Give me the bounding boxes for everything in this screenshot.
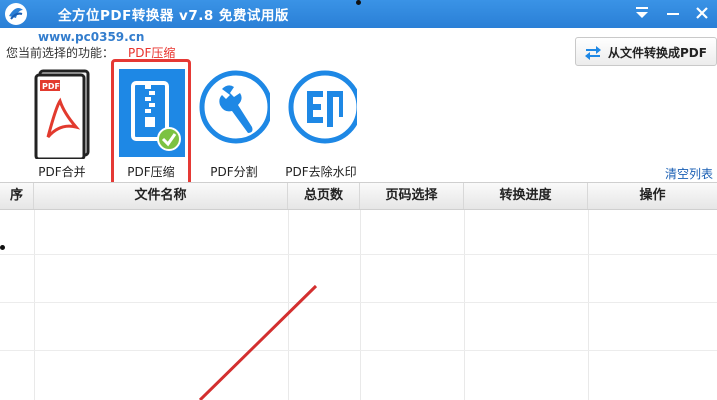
tool-pdf-merge[interactable]: PDF PDF合并 (22, 67, 102, 179)
convert-to-pdf-button[interactable]: 从文件转换成PDF (575, 37, 717, 66)
tool-pdf-remove-watermark[interactable]: PDF去除水印 (281, 67, 361, 179)
wrench-icon (199, 70, 270, 144)
grid-line (464, 210, 465, 400)
clear-list-link[interactable]: 清空列表 (665, 165, 713, 182)
swap-arrows-icon (585, 46, 601, 60)
grid-line (0, 302, 717, 303)
svg-text:PDF: PDF (42, 82, 60, 91)
convert-to-pdf-label: 从文件转换成PDF (608, 46, 707, 60)
menu-dropdown-icon[interactable] (632, 4, 652, 22)
close-icon[interactable] (692, 4, 712, 22)
selection-highlight-box (111, 59, 191, 186)
watermark-remove-icon (288, 70, 357, 144)
resize-handle-top[interactable] (356, 0, 361, 5)
grid-line (288, 210, 289, 400)
grid-line (588, 210, 589, 400)
current-function-label: 您当前选择的功能： (6, 46, 115, 60)
column-file-name[interactable]: 文件名称 (34, 183, 288, 209)
pdf-merge-icon: PDF (34, 69, 90, 159)
grid-line (34, 210, 35, 400)
app-logo-icon (5, 3, 27, 25)
tool-pdf-split-label: PDF分割 (210, 165, 258, 179)
tool-pdf-split[interactable]: PDF分割 (194, 67, 274, 179)
grid-line (0, 254, 717, 255)
tool-pdf-merge-label: PDF合并 (38, 165, 86, 179)
column-page-selection[interactable]: 页码选择 (360, 183, 464, 209)
grid-line (360, 210, 361, 400)
grid-line (0, 350, 717, 351)
watermark-text: www.pc0359.cn (38, 30, 145, 44)
file-table-body[interactable] (0, 210, 717, 400)
file-table-header: 序 文件名称 总页数 页码选择 转换进度 操作 (0, 182, 717, 210)
column-actions[interactable]: 操作 (588, 183, 717, 209)
window-title: 全方位PDF转换器 v7.8 免费试用版 (58, 8, 289, 24)
column-index[interactable]: 序 (0, 183, 34, 209)
column-total-pages[interactable]: 总页数 (288, 183, 360, 209)
tool-pdf-remove-watermark-label: PDF去除水印 (285, 165, 357, 179)
column-progress[interactable]: 转换进度 (464, 183, 588, 209)
minimize-icon[interactable] (663, 4, 683, 22)
